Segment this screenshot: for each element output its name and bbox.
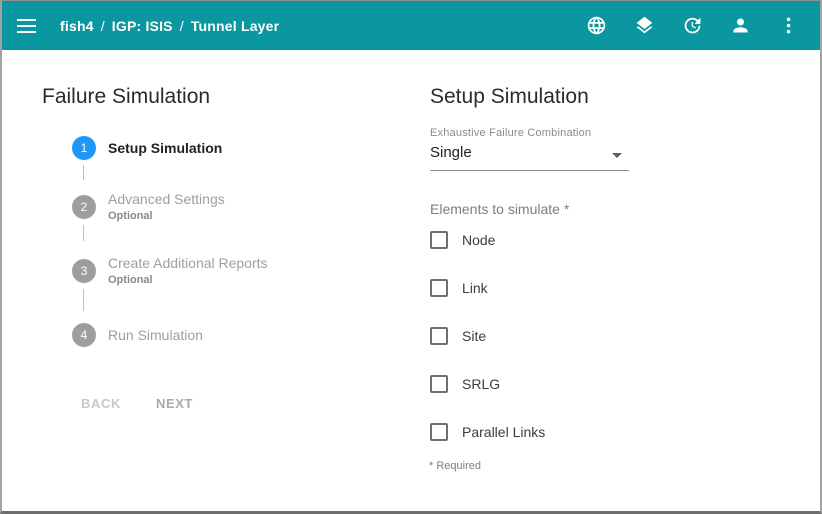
next-button[interactable]: NEXT <box>156 396 193 411</box>
back-button[interactable]: BACK <box>81 396 121 411</box>
step-setup-simulation[interactable]: 1 Setup Simulation <box>72 136 222 160</box>
layers-button[interactable] <box>620 5 668 46</box>
elements-group-label: Elements to simulate * <box>430 201 569 217</box>
step-label: Setup Simulation <box>108 140 222 157</box>
menu-icon[interactable] <box>17 18 39 34</box>
user-button[interactable] <box>716 5 764 46</box>
checkbox-node[interactable]: Node <box>430 231 495 249</box>
globe-button[interactable] <box>572 5 620 46</box>
user-icon <box>730 15 751 36</box>
layers-icon <box>634 15 655 36</box>
checkbox-box <box>430 279 448 297</box>
combination-field-label: Exhaustive Failure Combination <box>430 127 591 139</box>
step-number-badge: 4 <box>72 323 96 347</box>
update-icon <box>682 15 703 36</box>
combination-select[interactable]: Single <box>430 142 629 171</box>
app-window: fish4 / IGP: ISIS / Tunnel Layer Fail <box>0 0 822 514</box>
step-number-badge: 1 <box>72 136 96 160</box>
step-connector <box>83 165 84 180</box>
more-vert-icon <box>778 15 799 36</box>
checkbox-box <box>430 423 448 441</box>
checkbox-label: Link <box>462 280 488 296</box>
step-number-badge: 2 <box>72 195 96 219</box>
checkbox-box <box>430 231 448 249</box>
breadcrumb-network[interactable]: fish4 <box>60 18 94 34</box>
checkbox-box <box>430 327 448 345</box>
checkbox-link[interactable]: Link <box>430 279 488 297</box>
step-number-badge: 3 <box>72 259 96 283</box>
update-button[interactable] <box>668 5 716 46</box>
step-label: Create Additional Reports <box>108 255 268 272</box>
step-sublabel: Optional <box>108 273 268 287</box>
step-connector <box>83 289 84 311</box>
checkbox-label: Site <box>462 328 486 344</box>
checkbox-srlg[interactable]: SRLG <box>430 375 500 393</box>
chevron-down-icon <box>612 153 622 158</box>
checkbox-label: Node <box>462 232 495 248</box>
page-title: Failure Simulation <box>42 85 210 109</box>
more-vert-button[interactable] <box>764 5 812 46</box>
breadcrumb-separator: / <box>180 18 184 34</box>
app-bar: fish4 / IGP: ISIS / Tunnel Layer <box>2 1 820 50</box>
step-label: Advanced Settings <box>108 191 225 208</box>
checkbox-parallel-links[interactable]: Parallel Links <box>430 423 545 441</box>
step-connector <box>83 225 84 241</box>
step-label: Run Simulation <box>108 327 203 344</box>
breadcrumb: fish4 / IGP: ISIS / Tunnel Layer <box>60 1 279 50</box>
combination-selected-value: Single <box>430 144 472 161</box>
step-run-simulation[interactable]: 4 Run Simulation <box>72 323 203 347</box>
breadcrumb-protocol[interactable]: IGP: ISIS <box>112 18 173 34</box>
breadcrumb-separator: / <box>101 18 105 34</box>
required-note: * Required <box>429 460 481 472</box>
step-sublabel: Optional <box>108 209 225 223</box>
step-create-additional-reports[interactable]: 3 Create Additional Reports Optional <box>72 255 268 287</box>
checkbox-label: Parallel Links <box>462 424 545 440</box>
panel-title: Setup Simulation <box>430 85 589 109</box>
breadcrumb-layer[interactable]: Tunnel Layer <box>191 18 280 34</box>
step-advanced-settings[interactable]: 2 Advanced Settings Optional <box>72 191 225 223</box>
globe-icon <box>586 15 607 36</box>
checkbox-label: SRLG <box>462 376 500 392</box>
appbar-actions <box>572 5 812 46</box>
checkbox-box <box>430 375 448 393</box>
checkbox-site[interactable]: Site <box>430 327 486 345</box>
